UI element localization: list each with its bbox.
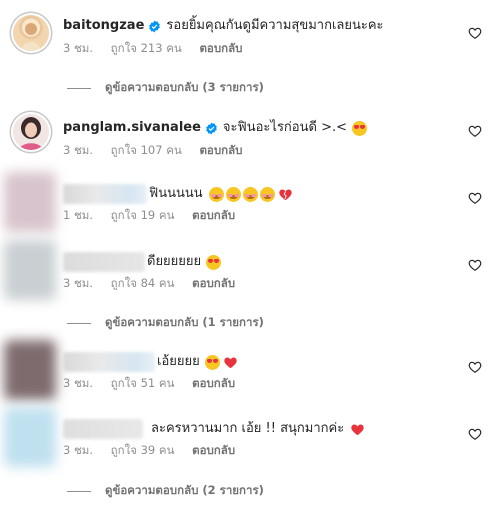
smiling-face-emoji-icon	[225, 186, 241, 202]
reply-button[interactable]: ตอบกลับ	[192, 276, 235, 290]
comment-likes[interactable]: ถูกใจ 84 คน	[111, 276, 175, 290]
reply-button[interactable]: ตอบกลับ	[192, 208, 235, 222]
heart-outline-icon[interactable]	[468, 124, 482, 138]
heart-outline-icon[interactable]	[468, 360, 482, 374]
comment-likes[interactable]: ถูกใจ 51 คน	[111, 376, 175, 390]
comment-username[interactable]: panglam.sivanalee	[63, 119, 201, 137]
comment-text: รอยยิ้มคุณกันดูมีความสุขมากเลยนะคะ	[166, 18, 384, 33]
comment-time: 3 ชม.	[63, 376, 94, 390]
red-heart-emoji-icon	[351, 424, 364, 435]
comment-likes[interactable]: ถูกใจ 107 คน	[111, 143, 182, 157]
smiling-face-emoji-icon	[208, 186, 224, 202]
smiling-face-emoji-icon	[259, 186, 275, 202]
heart-outline-icon[interactable]	[468, 258, 482, 272]
reply-button[interactable]: ตอบกลับ	[192, 376, 235, 390]
comment-text: เอ้ยยยย	[157, 354, 200, 369]
divider	[67, 490, 91, 492]
heart-eyes-emoji-icon	[204, 354, 220, 370]
view-replies-button[interactable]: ดูข้อความตอบกลับ (1 รายการ)	[67, 314, 264, 332]
divider	[67, 322, 91, 324]
comment-username[interactable]	[63, 184, 147, 204]
reply-button[interactable]: ตอบกลับ	[192, 443, 235, 457]
view-replies-button[interactable]: ดูข้อความตอบกลับ (3 รายการ)	[67, 79, 264, 97]
heart-eyes-emoji-icon	[351, 120, 367, 136]
verified-badge-icon	[149, 20, 161, 32]
comment-text: ละครหวานมาก เอ้ย !! สนุกมากค่ะ	[151, 421, 345, 436]
avatar[interactable]	[13, 15, 49, 51]
comment-username[interactable]	[63, 352, 155, 372]
view-replies-label: ดูข้อความตอบกลับ (1 รายการ)	[105, 315, 264, 329]
smiling-face-emoji-icon	[242, 186, 258, 202]
comment-text: ฟินนนนน	[149, 186, 203, 201]
comment-time: 3 ชม.	[63, 276, 94, 290]
comment-username[interactable]	[63, 419, 143, 439]
comment-text: ดียยยยยย	[147, 254, 202, 269]
heart-outline-icon[interactable]	[468, 191, 482, 205]
comment-likes[interactable]: ถูกใจ 39 คน	[111, 443, 175, 457]
avatar[interactable]	[4, 407, 56, 467]
comment-likes[interactable]: ถูกใจ 19 คน	[111, 208, 175, 222]
avatar[interactable]	[13, 114, 49, 150]
view-replies-button[interactable]: ดูข้อความตอบกลับ (2 รายการ)	[67, 482, 264, 500]
verified-badge-icon	[206, 122, 217, 134]
divider	[67, 87, 91, 89]
comment-time: 3 ชม.	[63, 443, 94, 457]
view-replies-label: ดูข้อความตอบกลับ (3 รายการ)	[105, 80, 264, 94]
heart-outline-icon[interactable]	[468, 427, 482, 441]
comment-likes[interactable]: ถูกใจ 213 คน	[111, 41, 182, 55]
comment-username[interactable]	[63, 252, 145, 272]
avatar[interactable]	[4, 172, 56, 232]
avatar[interactable]	[4, 340, 56, 400]
comment-time: 3 ชม.	[63, 41, 94, 55]
comment-username[interactable]: baitongzae	[63, 17, 144, 35]
broken-heart-emoji-icon	[278, 189, 292, 200]
comment-text: จะฟินอะไรก่อนดี >.<	[222, 120, 347, 135]
avatar[interactable]	[4, 240, 56, 300]
heart-eyes-emoji-icon	[206, 254, 222, 270]
red-heart-emoji-icon	[224, 357, 237, 368]
heart-outline-icon[interactable]	[468, 26, 482, 40]
reply-button[interactable]: ตอบกลับ	[199, 143, 242, 157]
comment-time: 1 ชม.	[63, 208, 94, 222]
view-replies-label: ดูข้อความตอบกลับ (2 รายการ)	[105, 483, 264, 497]
comment-time: 3 ชม.	[63, 143, 94, 157]
reply-button[interactable]: ตอบกลับ	[199, 41, 242, 55]
